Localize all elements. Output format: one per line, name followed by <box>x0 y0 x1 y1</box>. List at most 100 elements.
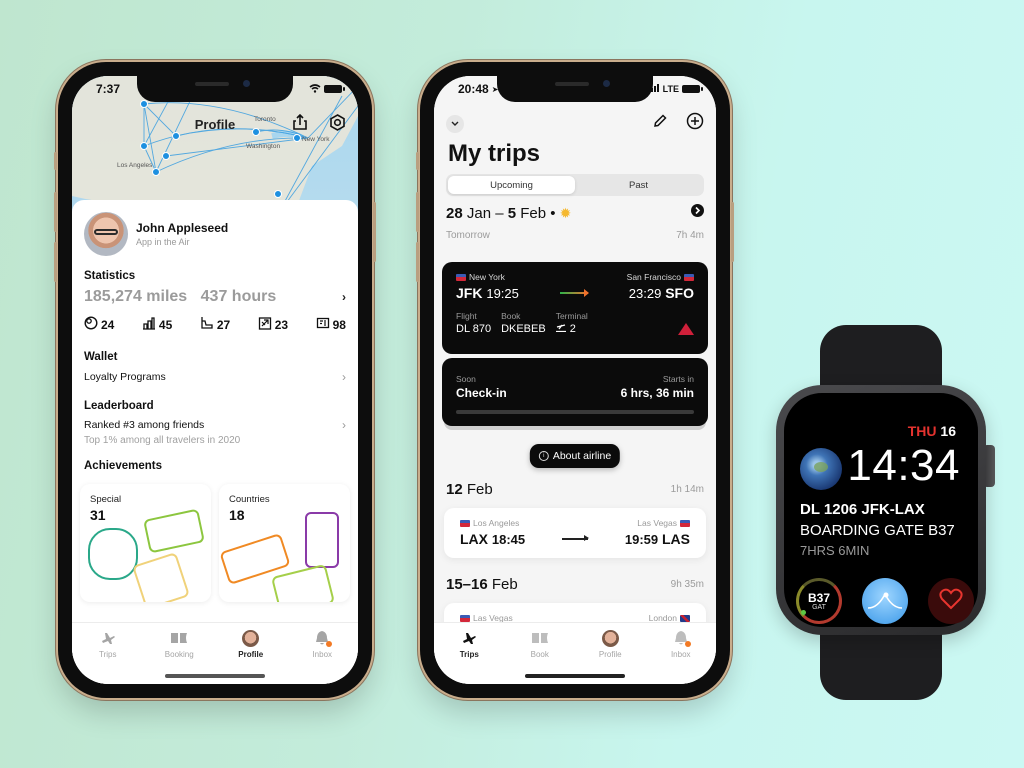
phone-power-button <box>731 202 734 262</box>
flight-card[interactable]: Los Angeles Las Vegas LAX 18:45 19:59 LA… <box>444 508 706 558</box>
stat-countries: 24 <box>84 316 114 333</box>
notch <box>497 76 653 102</box>
map-label-new-york: New York <box>302 136 330 143</box>
watch-flight: DL 1206 JFK-LAX <box>800 501 925 518</box>
share-icon[interactable] <box>292 113 308 135</box>
notch <box>137 76 293 102</box>
segment-past[interactable]: Past <box>575 176 702 194</box>
trip-when: Tomorrow <box>446 230 490 241</box>
notification-dot <box>684 641 691 647</box>
departure-time: 18:45 <box>491 532 526 547</box>
segment-upcoming[interactable]: Upcoming <box>448 176 575 194</box>
leaderboard-section[interactable]: Leaderboard Ranked #3 among friends › To… <box>84 400 346 446</box>
trips-screen: 20:48 ➤ LTE My trips Upcoming Past 28 Ja… <box>434 76 716 684</box>
checkin-soon-label: Soon <box>456 374 476 384</box>
us-flag-icon <box>456 273 466 281</box>
arrival-time: 23:29 <box>628 286 662 301</box>
airport-seat-icon <box>200 316 214 333</box>
uk-flag-icon <box>680 614 690 622</box>
trip-date-header[interactable]: 12 Feb 1h 14m <box>446 481 704 498</box>
airline-icon <box>316 316 330 333</box>
checkin-card[interactable]: Soon Starts in Check-in 6 hrs, 36 min <box>442 358 708 426</box>
notification-dot <box>326 641 333 647</box>
chevron-circle-right-icon[interactable] <box>691 204 704 222</box>
trip-duration: 1h 14m <box>670 484 704 495</box>
stat-flights: 23 <box>258 316 288 333</box>
flight-card[interactable]: New York San Francisco JFK 19:25 23:29 S… <box>442 262 708 354</box>
achievement-card-countries[interactable]: Countries 18 <box>219 484 350 602</box>
tab-trips[interactable]: Trips <box>78 629 138 684</box>
tab-inbox[interactable]: Inbox <box>651 629 711 684</box>
home-indicator <box>525 674 625 678</box>
statistics-section[interactable]: Statistics 185,274 miles 437 hours › 24 <box>84 270 346 333</box>
earth-globe-icon[interactable] <box>800 448 842 490</box>
user-name: John Appleseed <box>136 221 229 235</box>
trips-segmented-control: Upcoming Past <box>446 174 704 196</box>
map-title: Profile <box>194 117 236 132</box>
loyalty-programs-row[interactable]: Loyalty Programs › <box>84 370 346 384</box>
map-label-toronto: Toronto <box>254 116 276 123</box>
page-title: My trips <box>448 140 541 167</box>
chevron-right-icon: › <box>342 370 346 384</box>
us-flag-icon <box>684 273 694 281</box>
tab-trips[interactable]: Trips <box>439 629 499 684</box>
tab-inbox[interactable]: Inbox <box>292 629 352 684</box>
ticket-icon <box>531 629 549 647</box>
plane-icon <box>460 629 478 647</box>
from-city: New York <box>469 272 505 282</box>
watch-duration: 7HRS 6MIN <box>800 543 870 558</box>
home-indicator <box>165 674 265 678</box>
to-code: SFO <box>665 285 694 301</box>
flight-number: DL 870 <box>456 323 492 335</box>
us-flag-icon <box>680 519 690 527</box>
wallet-section: Wallet Loyalty Programs › <box>84 351 346 384</box>
about-airline-button[interactable]: i About airline <box>529 444 621 468</box>
user-subtitle: App in the Air <box>136 237 190 247</box>
to-city: Las Vegas <box>637 518 677 528</box>
terminal-number: 2 <box>569 323 576 335</box>
phone-power-button <box>373 202 376 262</box>
gate-complication[interactable]: B37 GAT <box>796 578 842 624</box>
stamp-illustration <box>88 528 138 580</box>
heart-icon <box>939 588 963 615</box>
wifi-icon <box>309 83 321 95</box>
trip-date-header[interactable]: 15–16 Feb 9h 35m <box>446 576 704 593</box>
stamp-illustration <box>305 512 339 568</box>
departure-plane-icon <box>555 323 567 335</box>
battery-icon <box>324 85 345 93</box>
phone-side-button <box>54 242 57 282</box>
departure-time: 19:25 <box>486 286 519 301</box>
status-time: 7:37 <box>96 82 121 96</box>
add-trip-icon[interactable] <box>686 112 704 135</box>
user-row[interactable]: John Appleseed App in the Air <box>84 212 346 256</box>
us-flag-icon <box>460 614 470 622</box>
phone-side-button <box>416 192 419 232</box>
profile-sheet: John Appleseed App in the Air Statistics… <box>72 200 358 684</box>
watch-date: THU 16 <box>908 423 956 439</box>
trip-date-header[interactable]: 28 Jan – 5 Feb • ✹ <box>446 204 704 222</box>
stat-airlines: 98 <box>316 316 346 333</box>
sunrise-complication[interactable] <box>862 578 908 624</box>
ticket-icon <box>170 629 188 647</box>
avatar <box>84 212 128 256</box>
stat-miles: 185,274 miles <box>84 288 188 305</box>
profile-screen: 7:37 Toronto Washington New York Los Ang… <box>72 76 358 684</box>
trip-duration: 9h 35m <box>670 579 704 590</box>
battery-icon <box>682 85 703 93</box>
trips-phone: 20:48 ➤ LTE My trips Upcoming Past 28 Ja… <box>416 62 734 698</box>
achievement-card-special[interactable]: Special 31 <box>80 484 211 602</box>
edit-pencil-icon[interactable] <box>652 113 668 134</box>
leaderboard-sub: Top 1% among all travelers in 2020 <box>84 435 241 446</box>
bell-icon <box>313 629 333 647</box>
from-city: Los Angeles <box>473 518 520 528</box>
watch-case: THU 16 14:34 DL 1206 JFK-LAX BOARDING GA… <box>776 385 986 635</box>
checkin-countdown: 6 hrs, 36 min <box>620 386 694 400</box>
stat-cities: 45 <box>142 316 172 333</box>
settings-gear-icon[interactable] <box>329 114 346 136</box>
checkin-progress-bar <box>456 410 694 414</box>
collapse-chevron-button[interactable] <box>446 114 464 133</box>
heart-rate-complication[interactable] <box>928 578 974 624</box>
phone-side-button <box>54 152 57 170</box>
us-flag-icon <box>460 519 470 527</box>
from-code: JFK <box>456 285 483 301</box>
